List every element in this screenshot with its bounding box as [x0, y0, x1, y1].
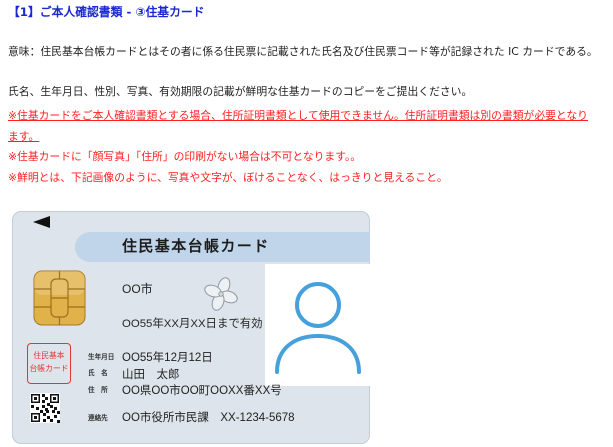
- stamp-line-2: 台帳カード: [29, 364, 69, 373]
- field-value-contact: OO市役所市民課 XX-1234-5678: [122, 412, 295, 424]
- person-silhouette-icon: [275, 282, 361, 374]
- field-value-name: 山田 太郎: [122, 369, 180, 381]
- field-label-name: 氏 名: [88, 369, 108, 377]
- flower-emblem-icon: [204, 277, 238, 311]
- ic-chip-icon: [33, 270, 86, 326]
- field-label-birthdate: 生年月日: [88, 353, 115, 361]
- qr-code-icon: [30, 393, 60, 423]
- card-title: 住民基本台帳カード: [122, 238, 270, 255]
- field-value-address: OO県OO市OO町OOXX番XX号: [122, 385, 282, 397]
- field-value-birthdate: OO55年12月12日: [122, 352, 213, 364]
- note-clarity: ※鮮明とは、下記画像のように、写真や文字が、ぼけることなく、はっきりと見えること…: [8, 170, 448, 184]
- instruction-text: 氏名、生年月日、性別、写真、有効期限の記載が鮮明な住基カードのコピーをご提出くだ…: [8, 85, 473, 98]
- note-photo-address: ※住基カードに「顔写真」「住所」の印刷がない場合は不可となります。。: [8, 150, 362, 163]
- content-section: 【1】ご本人確認書類 - ③住基カード 意味：住民基本台帳カードとはその者に係る…: [8, 3, 608, 188]
- meaning-text: 意味：住民基本台帳カードとはその者に係る住民票に記載された氏名及び住民票コード等…: [8, 45, 598, 58]
- field-label-address: 住 所: [88, 386, 108, 394]
- card-title-band: 住民基本台帳カード: [75, 232, 370, 262]
- card-municipality: OO市: [122, 282, 153, 296]
- card-validity: OO55年XX月XX日まで有効: [122, 318, 263, 330]
- juki-card-image: 住民基本台帳カード OO市 OO55年XX月XX日まで有効 住民基本 台帳カード…: [12, 211, 370, 444]
- field-label-contact: 連絡先: [88, 414, 108, 422]
- card-stamp: 住民基本 台帳カード: [27, 343, 71, 384]
- triangle-left-icon: [33, 216, 50, 228]
- note-address-proof: ※住基カードをご本人確認書類とする場合、住所証明書類として使用できません。住所証…: [8, 109, 588, 143]
- notes-list: ※住基カードをご本人確認書類とする場合、住所証明書類として使用できません。住所証…: [8, 106, 598, 188]
- card-photo-area: [265, 264, 370, 386]
- stamp-line-1: 住民基本: [33, 351, 65, 360]
- section-heading: 【1】ご本人確認書類 - ③住基カード: [8, 5, 205, 19]
